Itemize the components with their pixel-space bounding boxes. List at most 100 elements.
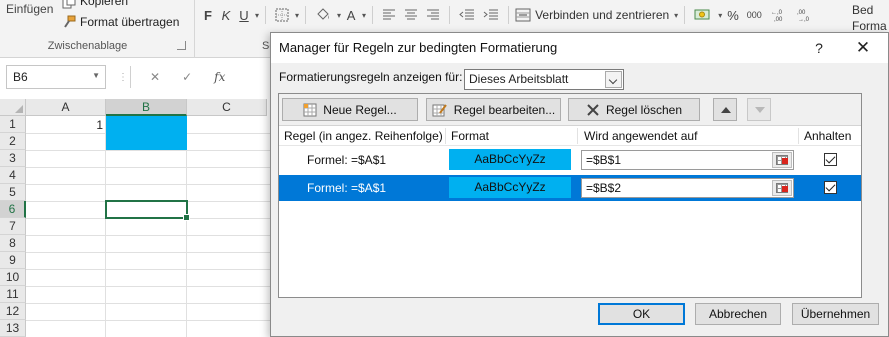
row-header-9[interactable]: 9 [0, 252, 26, 269]
increase-indent-icon [483, 9, 499, 20]
partial-label-1: Bed [852, 3, 874, 17]
conditional-format-manager-dialog: Manager für Regeln zur bedingten Formati… [270, 32, 889, 337]
rule-row[interactable]: Formel: =$A$1 AaBbCcYyZz =$B$1 [279, 147, 861, 173]
header-divider [577, 128, 578, 144]
align-center-icon [405, 9, 418, 20]
select-all-button[interactable] [0, 99, 26, 116]
separator [372, 6, 374, 24]
percent-button[interactable]: % [724, 6, 742, 24]
underline-button[interactable]: U [236, 6, 252, 24]
separator [684, 6, 686, 24]
italic-button[interactable]: K [218, 6, 234, 24]
dialog-titlebar[interactable]: Manager für Regeln zur bedingten Formati… [271, 33, 888, 63]
help-button[interactable]: ? [807, 37, 831, 59]
underline-dropdown-icon[interactable]: ▾ [255, 11, 259, 20]
rule-row-selected[interactable]: Formel: =$A$1 AaBbCcYyZz =$B$2 [279, 175, 861, 201]
ok-button[interactable]: OK [598, 303, 685, 325]
svg-text:,00: ,00 [774, 17, 783, 23]
stop-if-true-checkbox[interactable] [824, 181, 837, 194]
row-header-11[interactable]: 11 [0, 286, 26, 303]
column-header-c[interactable]: C [187, 99, 267, 116]
row-header-10[interactable]: 10 [0, 269, 26, 286]
align-left-button[interactable] [379, 6, 399, 24]
stop-if-true-checkbox[interactable] [824, 153, 837, 166]
move-up-button[interactable] [713, 98, 737, 121]
rule-label: Formel: =$A$1 [307, 153, 387, 167]
decrease-indent-button[interactable] [456, 6, 478, 24]
rules-list: Neue Regel... Regel bearbeiten... Regel … [278, 93, 862, 298]
align-right-button[interactable] [423, 6, 443, 24]
format-painter-label: Format übertragen [80, 15, 180, 29]
paste-button[interactable]: Einfügen [6, 2, 53, 16]
font-color-dropdown-icon[interactable]: ▾ [362, 11, 366, 20]
show-rules-select[interactable]: Dieses Arbeitsblatt [464, 69, 624, 90]
merge-center-button[interactable]: Verbinden und zentrieren ▾ [515, 8, 678, 22]
row-header-2[interactable]: 2 [0, 133, 26, 150]
confirm-entry-icon[interactable]: ✓ [182, 70, 192, 84]
gridline [26, 184, 276, 185]
thousands-button[interactable]: 000 [744, 6, 765, 24]
applies-to-input[interactable]: =$B$2 [581, 178, 794, 198]
increase-decimal-button[interactable]: ←,0,00 [767, 6, 791, 24]
applies-to-input[interactable]: =$B$1 [581, 150, 794, 170]
copy-icon[interactable] [62, 0, 76, 12]
decrease-decimal-button[interactable]: ,00 →,0 [793, 6, 817, 24]
chevron-down-icon[interactable] [605, 71, 622, 88]
merge-dropdown-icon[interactable]: ▾ [674, 11, 678, 20]
cell-b1-b2-fill[interactable] [106, 116, 187, 150]
row-header-1[interactable]: 1 [0, 116, 26, 133]
move-down-button[interactable] [747, 98, 771, 121]
row-header-13[interactable]: 13 [0, 320, 26, 337]
column-header-a[interactable]: A [26, 99, 106, 116]
insert-function-button[interactable]: fx [214, 70, 225, 84]
bold-button[interactable]: F [200, 6, 216, 24]
name-box-dropdown-icon[interactable]: ▼ [92, 71, 100, 80]
accounting-format-button[interactable] [691, 6, 715, 24]
cell-a1[interactable]: 1 [27, 117, 105, 133]
gridline [26, 150, 276, 151]
fill-bucket-icon [317, 8, 330, 20]
new-rule-button[interactable]: Neue Regel... [282, 98, 418, 121]
row-header-12[interactable]: 12 [0, 303, 26, 320]
cancel-button[interactable]: Abbrechen [695, 303, 781, 325]
borders-button[interactable] [272, 6, 292, 24]
fill-color-button[interactable] [312, 6, 334, 24]
edit-rule-button[interactable]: Regel bearbeiten... [426, 98, 561, 121]
row-header-6[interactable]: 6 [0, 201, 26, 218]
font-color-button[interactable]: A [343, 6, 359, 24]
row-header-8[interactable]: 8 [0, 235, 26, 252]
close-icon[interactable]: ✕ [851, 37, 875, 59]
gridline [26, 269, 276, 270]
delete-rule-label: Regel löschen [605, 102, 683, 117]
apply-button[interactable]: Übernehmen [792, 303, 879, 325]
accounting-dropdown-icon[interactable]: ▾ [718, 11, 722, 20]
svg-text:,00: ,00 [797, 10, 806, 16]
fill-color-dropdown-icon[interactable]: ▾ [337, 11, 341, 20]
formula-bar-grip-icon[interactable]: ⋮ [118, 72, 128, 83]
range-select-button[interactable] [772, 152, 792, 168]
separator [130, 66, 131, 88]
delete-rule-button[interactable]: Regel löschen [568, 98, 700, 121]
show-rules-label: Formatierungsregeln anzeigen für: [279, 70, 463, 84]
row-header-3[interactable]: 3 [0, 150, 26, 167]
increase-decimal-icon: ←,0,00 [771, 10, 783, 23]
borders-dropdown-icon[interactable]: ▾ [295, 11, 299, 20]
clipboard-launcher-icon[interactable] [177, 41, 186, 50]
row-header-5[interactable]: 5 [0, 184, 26, 201]
increase-indent-button[interactable] [480, 6, 502, 24]
decrease-indent-icon [459, 9, 475, 20]
formula-buttons: ✕ ✓ fx [136, 65, 256, 89]
format-painter-button[interactable]: Format übertragen [62, 14, 179, 30]
row-header-4[interactable]: 4 [0, 167, 26, 184]
cancel-entry-icon[interactable]: ✕ [150, 70, 160, 84]
align-center-button[interactable] [401, 6, 421, 24]
range-select-button[interactable] [772, 180, 792, 196]
row-header-7[interactable]: 7 [0, 218, 26, 235]
gridline [26, 320, 276, 321]
column-header-b[interactable]: B [106, 99, 187, 116]
svg-text:←,0: ←,0 [771, 10, 783, 16]
copy-button[interactable]: Kopieren [80, 0, 128, 8]
conditional-format-button-partial[interactable]: Bed Forma [852, 2, 887, 34]
active-cell-b6[interactable] [105, 200, 190, 221]
name-box[interactable]: B6 ▼ [6, 65, 106, 89]
